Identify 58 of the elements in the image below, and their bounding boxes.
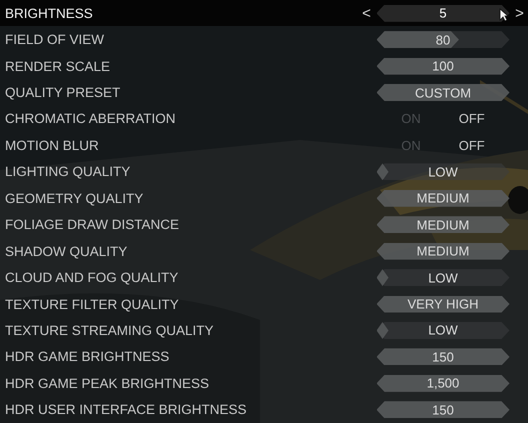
cursor-icon — [499, 8, 509, 22]
slider-value: LOW — [428, 270, 458, 286]
setting-label: RENDER SCALE — [5, 58, 112, 74]
setting-label: HDR GAME BRIGHTNESS — [5, 349, 170, 364]
slider-track[interactable]: 150 — [376, 348, 510, 366]
previous-arrow[interactable]: < — [360, 4, 372, 22]
slider-track[interactable]: MEDIUM — [376, 216, 510, 234]
setting-label: FOLIAGE DRAW DISTANCE — [5, 217, 180, 232]
toggle-option[interactable]: OFF — [458, 138, 485, 153]
settings-row[interactable]: QUALITY PRESET CUSTOM — [0, 79, 528, 106]
slider-value: MEDIUM — [416, 217, 470, 232]
setting-label: FIELD OF VIEW — [5, 32, 106, 48]
settings-row[interactable]: GEOMETRY QUALITY MEDIUM — [0, 185, 528, 212]
setting-label: CLOUD AND FOG QUALITY — [5, 270, 180, 286]
slider-track[interactable]: LOW — [376, 269, 510, 286]
settings-row[interactable]: HDR USER INTERFACE BRIGHTNESS 150 — [0, 396, 528, 423]
slider-value: 80 — [436, 32, 450, 48]
slider-value: 100 — [432, 58, 454, 74]
settings-row[interactable]: LIGHTING QUALITY LOW — [0, 158, 528, 186]
setting-label: TEXTURE STREAMING QUALITY — [5, 322, 215, 338]
settings-row[interactable]: HDR GAME PEAK BRIGHTNESS 1,500 — [0, 370, 528, 397]
slider-value: 150 — [432, 349, 454, 364]
slider-value: 5 — [439, 6, 447, 21]
setting-label: CHROMATIC ABERRATION — [5, 111, 177, 126]
slider-value: MEDIUM — [416, 244, 470, 259]
slider-value: MEDIUM — [416, 190, 470, 206]
setting-label: HDR USER INTERFACE BRIGHTNESS — [5, 402, 248, 418]
slider-value: LOW — [428, 322, 458, 338]
setting-label: GEOMETRY QUALITY — [5, 190, 144, 206]
settings-row[interactable]: SHADOW QUALITY MEDIUM — [0, 238, 528, 264]
settings-row[interactable]: TEXTURE FILTER QUALITY VERY HIGH — [0, 290, 528, 318]
settings-row[interactable]: HDR GAME BRIGHTNESS 150 — [0, 344, 528, 370]
setting-label: TEXTURE FILTER QUALITY — [5, 296, 180, 312]
toggle-option[interactable]: OFF — [458, 111, 485, 126]
slider-track[interactable]: LOW — [376, 163, 510, 180]
setting-label: MOTION BLUR — [5, 138, 100, 153]
setting-label: SHADOW QUALITY — [5, 244, 128, 259]
settings-row[interactable]: FOLIAGE DRAW DISTANCE MEDIUM — [0, 212, 528, 238]
settings-row[interactable]: CLOUD AND FOG QUALITY LOW — [0, 264, 528, 291]
slider-value: 1,500 — [426, 376, 460, 391]
setting-label: HDR GAME PEAK BRIGHTNESS — [5, 376, 210, 391]
setting-label: LIGHTING QUALITY — [5, 164, 132, 180]
next-arrow[interactable]: > — [514, 4, 526, 22]
slider-track[interactable]: 5 — [376, 4, 510, 22]
settings-row[interactable]: FIELD OF VIEW 80 — [0, 26, 528, 53]
slider-value: LOW — [428, 164, 458, 180]
slider-value: VERY HIGH — [407, 296, 479, 312]
slider-track[interactable]: 150 — [376, 401, 510, 418]
slider-track[interactable]: CUSTOM — [376, 84, 510, 102]
slider-track[interactable]: LOW — [376, 322, 510, 339]
slider-value: 150 — [432, 402, 454, 418]
slider-track[interactable]: 80 — [376, 31, 510, 48]
settings-row[interactable]: TEXTURE STREAMING QUALITY LOW — [0, 317, 528, 344]
setting-label: BRIGHTNESS — [5, 6, 94, 21]
slider-value: CUSTOM — [414, 85, 472, 100]
settings-row[interactable]: BRIGHTNESS < 5 > — [0, 0, 528, 26]
setting-label: QUALITY PRESET — [5, 85, 122, 100]
settings-row[interactable]: RENDER SCALE 100 — [0, 52, 528, 80]
